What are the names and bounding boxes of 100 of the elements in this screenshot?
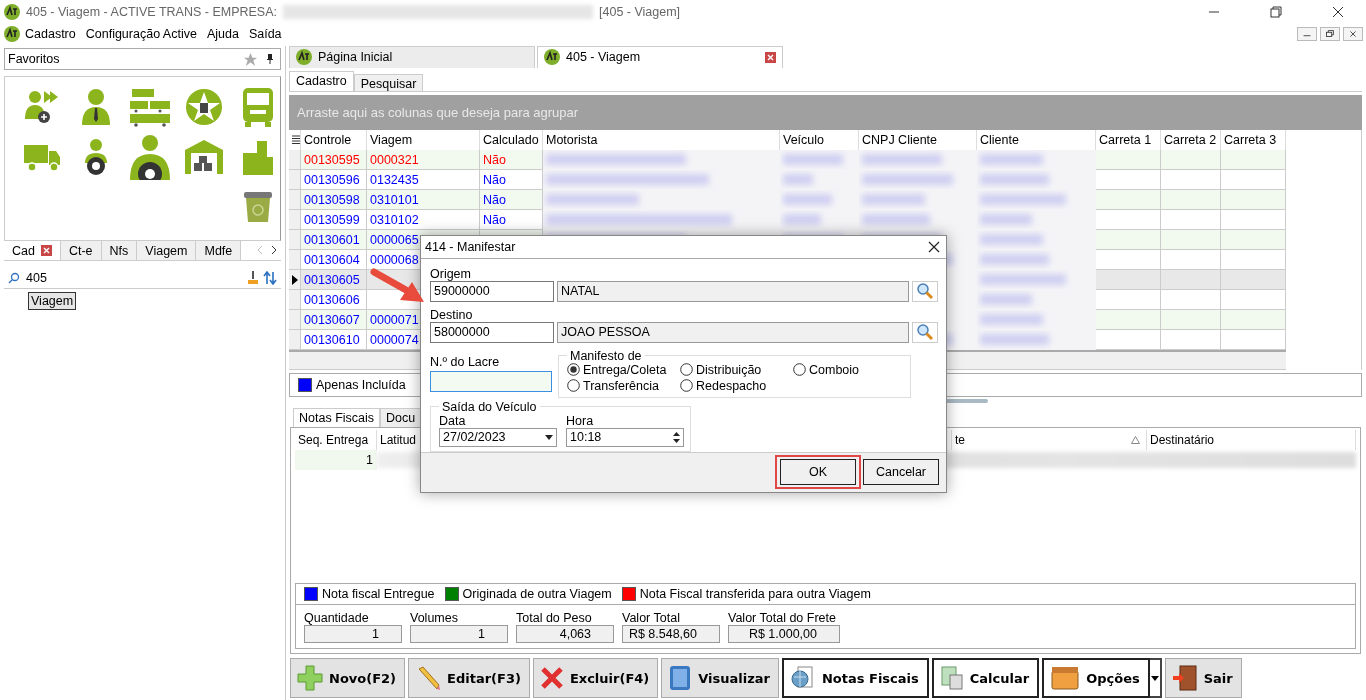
box-icon <box>1050 665 1081 692</box>
broom-icon[interactable] <box>247 270 259 285</box>
document-tab[interactable]: Página Inicial <box>289 46 535 68</box>
nav-tab[interactable]: Viagem <box>137 241 197 260</box>
toolbar-button[interactable]: Editar(F3) <box>408 658 530 699</box>
caret-icon <box>545 434 553 440</box>
tree-item[interactable]: Viagem <box>28 292 77 310</box>
total-field[interactable]: R$ 1.000,00 <box>728 625 840 644</box>
radio-button[interactable] <box>680 363 693 377</box>
search-icon <box>916 282 935 301</box>
city-field[interactable]: NATAL <box>557 280 910 302</box>
close-icon[interactable] <box>1332 6 1344 18</box>
code-field[interactable]: 59000000 <box>430 280 554 302</box>
radio-label[interactable]: Comboio <box>809 362 860 377</box>
spinner-icon <box>673 430 680 444</box>
close-icon[interactable] <box>928 240 940 253</box>
star-badge-icon[interactable] <box>184 86 224 127</box>
door-icon <box>1171 664 1198 693</box>
menu-item[interactable]: Saída <box>243 27 287 41</box>
toolbar-button[interactable]: Calcular <box>931 658 1040 699</box>
column-header[interactable]: Destinatário <box>1147 429 1356 450</box>
toolbar-button[interactable]: Visualizar <box>661 658 779 699</box>
calculator-icon <box>939 665 964 692</box>
total-label: Total do Peso <box>516 611 593 626</box>
total-label: Quantidade <box>304 611 370 626</box>
radio-button[interactable] <box>567 379 580 393</box>
star-icon[interactable] <box>243 51 258 67</box>
radio-button[interactable] <box>680 379 693 393</box>
app-logo-icon <box>544 49 560 66</box>
search-field[interactable]: 405 <box>24 269 243 286</box>
legend-label: Apenas Incluída <box>316 378 406 393</box>
search-button[interactable] <box>912 280 938 302</box>
total-label: Valor Total do Frete <box>728 611 837 626</box>
radio-label[interactable]: Entrega/Coleta <box>583 362 667 377</box>
column-chooser-icon[interactable] <box>292 135 300 146</box>
row-indicator[interactable] <box>289 270 301 291</box>
total-field[interactable]: 1 <box>410 625 508 644</box>
sort-triangle-icon <box>1131 435 1140 444</box>
favorites-title: Favoritos <box>8 52 61 66</box>
document-tab[interactable]: 405 - Viagem <box>537 46 783 68</box>
scroll-thumb[interactable] <box>946 399 988 403</box>
tab[interactable]: Pesquisar <box>353 73 424 91</box>
total-field[interactable]: R$ 8.548,60 <box>622 625 720 644</box>
warehouse-icon[interactable] <box>183 137 225 176</box>
legend-label: Nota fiscal Entregue <box>322 587 435 602</box>
field-label: Data <box>439 413 467 428</box>
document-title: [405 - Viagem] <box>599 5 681 19</box>
radio-button[interactable] <box>793 363 806 377</box>
nav-tab[interactable]: Nfs <box>101 241 138 260</box>
legend-label: Originada de outra Viagem <box>462 587 612 602</box>
toolbar-button[interactable]: Notas Fiscais <box>781 658 929 699</box>
toolbar-button[interactable]: Opções <box>1042 658 1150 699</box>
toolbar-button[interactable]: Novo(F2) <box>290 658 406 699</box>
app-logo-icon <box>296 49 312 66</box>
group-label: Saída do Veículo <box>441 399 538 414</box>
table-cell: 1 <box>295 449 377 470</box>
city-field[interactable]: JOAO PESSOA <box>557 321 910 343</box>
menu-item[interactable]: Ajuda <box>201 27 244 41</box>
toolbar-button[interactable]: Excluir(F4) <box>532 658 659 699</box>
time-field[interactable]: 10:18 <box>566 427 684 447</box>
radio-label[interactable]: Redespacho <box>696 378 767 393</box>
plus-icon <box>297 665 323 692</box>
x-icon <box>539 666 564 691</box>
date-field[interactable]: 27/02/2023 <box>439 427 557 447</box>
column-header[interactable]: te <box>952 429 1147 450</box>
pin-icon[interactable] <box>266 53 274 65</box>
app-logo-icon <box>4 26 20 42</box>
menu-item[interactable]: Configuração Active <box>80 27 202 41</box>
close-icon[interactable] <box>1343 27 1363 41</box>
group-label: Manifesto de <box>569 348 643 363</box>
toolbar-button[interactable]: Sair <box>1164 658 1242 699</box>
column-header[interactable]: Seq. Entrega <box>295 429 377 450</box>
legend-label: Nota Fiscal transferida para outra Viagem <box>639 587 871 602</box>
tab[interactable]: Docu <box>380 407 422 427</box>
book-icon <box>668 665 693 692</box>
menu-item[interactable]: Cadastro <box>20 27 81 41</box>
annotation-arrow <box>370 268 424 302</box>
code-field[interactable]: 58000000 <box>430 321 554 343</box>
radio-label[interactable]: Transferência <box>583 378 659 393</box>
cancel-button[interactable]: Cancelar <box>863 459 939 486</box>
total-field[interactable]: 1 <box>304 625 402 644</box>
total-label: Valor Total <box>622 611 681 626</box>
total-field[interactable]: 4,063 <box>516 625 614 644</box>
sort-icon[interactable] <box>263 270 277 285</box>
app-logo-icon <box>4 4 20 20</box>
ok-button[interactable]: OK <box>780 459 856 486</box>
radio-button[interactable] <box>567 363 580 377</box>
tab[interactable]: Cadastro <box>289 70 354 91</box>
seal-number-field[interactable] <box>430 370 552 392</box>
search-icon <box>8 271 20 284</box>
driver-icon[interactable] <box>128 133 172 180</box>
restore-icon[interactable] <box>1270 6 1282 18</box>
total-label: Volumes <box>410 611 459 626</box>
radio-label[interactable]: Distribuição <box>696 362 762 377</box>
tab[interactable]: Notas Fiscais <box>293 407 381 427</box>
search-button[interactable] <box>912 321 938 343</box>
nav-tab[interactable]: Mdfe <box>196 241 242 260</box>
nav-tab[interactable]: Ct-e <box>60 241 102 260</box>
restore-icon[interactable] <box>1320 27 1340 41</box>
recycle-bin-icon[interactable] <box>242 189 274 224</box>
